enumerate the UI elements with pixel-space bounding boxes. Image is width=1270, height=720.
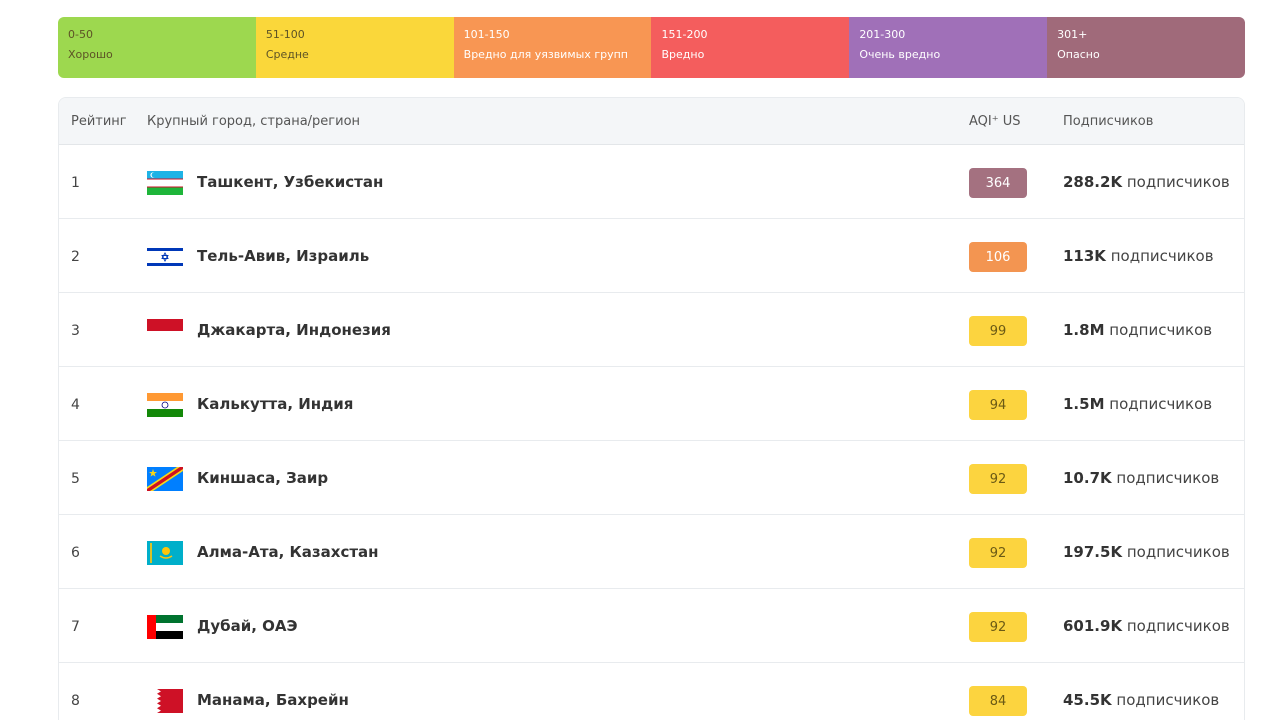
subscriber-count: 45.5K [1063, 691, 1112, 709]
legend-range: 51-100 [265, 28, 305, 41]
israel-flag-icon [147, 245, 183, 269]
row-rank: 3 [71, 323, 80, 339]
subscriber-suffix: подписчиков [1116, 691, 1220, 709]
legend-label: Средне [265, 48, 309, 61]
table-row[interactable]: 7 Дубай, ОАЭ 92 601.9K подписчиков [59, 589, 1244, 663]
subscriber-count: 288.2K [1063, 173, 1123, 191]
row-city[interactable]: Манама, Бахрейн [197, 691, 349, 709]
aqi-value: 364 [985, 175, 1011, 191]
bahrain-flag-icon [147, 689, 183, 713]
aqi-value: 94 [989, 397, 1007, 413]
legend-range: 0-50 [68, 28, 93, 41]
indonesia-flag-icon [147, 319, 183, 343]
row-rank: 5 [71, 471, 80, 487]
row-city[interactable]: Ташкент, Узбекистан [197, 173, 383, 191]
aqi-badge: 99 [969, 316, 1027, 346]
aqi-badge: 92 [969, 538, 1027, 568]
india-flag-icon [147, 393, 183, 417]
legend-label: Вредно для уязвимых групп [463, 48, 628, 61]
legend-hazardous: 301+ Опасно [1047, 17, 1245, 78]
row-rank: 2 [71, 249, 80, 265]
subscriber-count: 1.5M [1063, 395, 1105, 413]
aqi-value: 99 [989, 323, 1007, 339]
aqi-badge: 84 [969, 686, 1027, 716]
subscriber-suffix: подписчиков [1109, 321, 1213, 339]
aqi-badge: 92 [969, 612, 1027, 642]
row-subscribers: 1.5M подписчиков [1063, 395, 1212, 413]
legend-good: 0-50 Хорошо [58, 17, 256, 78]
table-row[interactable]: 2 Тель-Авив, Израиль 106 113K подписчико… [59, 219, 1244, 293]
row-subscribers: 197.5K подписчиков [1063, 543, 1230, 561]
row-rank: 8 [71, 693, 80, 709]
aqi-value: 92 [989, 545, 1007, 561]
row-rank: 7 [71, 619, 80, 635]
row-subscribers: 10.7K подписчиков [1063, 469, 1219, 487]
aqi-value: 92 [989, 619, 1007, 635]
row-subscribers: 113K подписчиков [1063, 247, 1214, 265]
header-city[interactable]: Крупный город, страна/регион [147, 114, 360, 129]
subscriber-count: 1.8M [1063, 321, 1105, 339]
row-subscribers: 601.9K подписчиков [1063, 617, 1230, 635]
subscriber-suffix: подписчиков [1116, 469, 1220, 487]
subscriber-suffix: подписчиков [1126, 173, 1230, 191]
aqi-legend: 0-50 Хорошо 51-100 Средне 101-150 Вредно… [58, 17, 1245, 78]
legend-label: Опасно [1057, 48, 1100, 61]
row-city[interactable]: Алма-Ата, Казахстан [197, 543, 379, 561]
legend-very-unhealthy: 201-300 Очень вредно [849, 17, 1048, 78]
legend-moderate: 51-100 Средне [255, 17, 454, 78]
header-rank[interactable]: Рейтинг [71, 114, 127, 129]
header-aqi[interactable]: AQI⁺ US [969, 114, 1021, 129]
table-row[interactable]: 5 Киншаса, Заир 92 10.7K подписчиков [59, 441, 1244, 515]
subscriber-count: 601.9K [1063, 617, 1123, 635]
drc-flag-icon [147, 467, 183, 491]
header-subscribers[interactable]: Подписчиков [1063, 114, 1153, 129]
legend-sensitive: 101-150 Вредно для уязвимых групп [453, 17, 652, 78]
row-city[interactable]: Тель-Авив, Израиль [197, 247, 369, 265]
row-city[interactable]: Калькутта, Индия [197, 395, 353, 413]
legend-range: 201-300 [859, 28, 906, 41]
row-city[interactable]: Джакарта, Индонезия [197, 321, 391, 339]
aqi-badge: 364 [969, 168, 1027, 198]
row-rank: 4 [71, 397, 80, 413]
aqi-value: 92 [989, 471, 1007, 487]
legend-label: Вредно [661, 48, 705, 61]
aqi-badge: 106 [969, 242, 1027, 272]
legend-range: 151-200 [661, 28, 708, 41]
legend-label: Очень вредно [859, 48, 941, 61]
table-row[interactable]: 6 Алма-Ата, Казахстан 92 197.5K подписчи… [59, 515, 1244, 589]
row-rank: 1 [71, 175, 80, 191]
kazakhstan-flag-icon [147, 541, 183, 565]
legend-range: 301+ [1057, 28, 1088, 41]
row-city[interactable]: Киншаса, Заир [197, 469, 328, 487]
uae-flag-icon [147, 615, 183, 639]
subscriber-suffix: подписчиков [1126, 617, 1230, 635]
table-header: Рейтинг Крупный город, страна/регион AQI… [59, 98, 1244, 145]
legend-label: Хорошо [68, 48, 113, 61]
row-city[interactable]: Дубай, ОАЭ [197, 617, 298, 635]
table-row[interactable]: 8 Манама, Бахрейн 84 45.5K подписчиков [59, 663, 1244, 720]
table-row[interactable]: 1 Ташкент, Узбекистан 364 288.2K подписч… [59, 145, 1244, 219]
aqi-value: 106 [985, 249, 1011, 265]
subscriber-count: 197.5K [1063, 543, 1123, 561]
subscriber-suffix: подписчиков [1110, 247, 1214, 265]
row-subscribers: 288.2K подписчиков [1063, 173, 1230, 191]
table-row[interactable]: 3 Джакарта, Индонезия 99 1.8M подписчико… [59, 293, 1244, 367]
subscriber-suffix: подписчиков [1109, 395, 1213, 413]
aqi-value: 84 [989, 693, 1007, 709]
subscriber-count: 113K [1063, 247, 1106, 265]
table-row[interactable]: 4 Калькутта, Индия 94 1.5M подписчиков [59, 367, 1244, 441]
uzbekistan-flag-icon [147, 171, 183, 195]
row-rank: 6 [71, 545, 80, 561]
row-subscribers: 45.5K подписчиков [1063, 691, 1219, 709]
subscriber-suffix: подписчиков [1126, 543, 1230, 561]
subscriber-count: 10.7K [1063, 469, 1112, 487]
legend-range: 101-150 [463, 28, 510, 41]
city-ranking-table: Рейтинг Крупный город, страна/регион AQI… [58, 97, 1245, 720]
legend-unhealthy: 151-200 Вредно [651, 17, 850, 78]
aqi-badge: 92 [969, 464, 1027, 494]
aqi-badge: 94 [969, 390, 1027, 420]
row-subscribers: 1.8M подписчиков [1063, 321, 1212, 339]
